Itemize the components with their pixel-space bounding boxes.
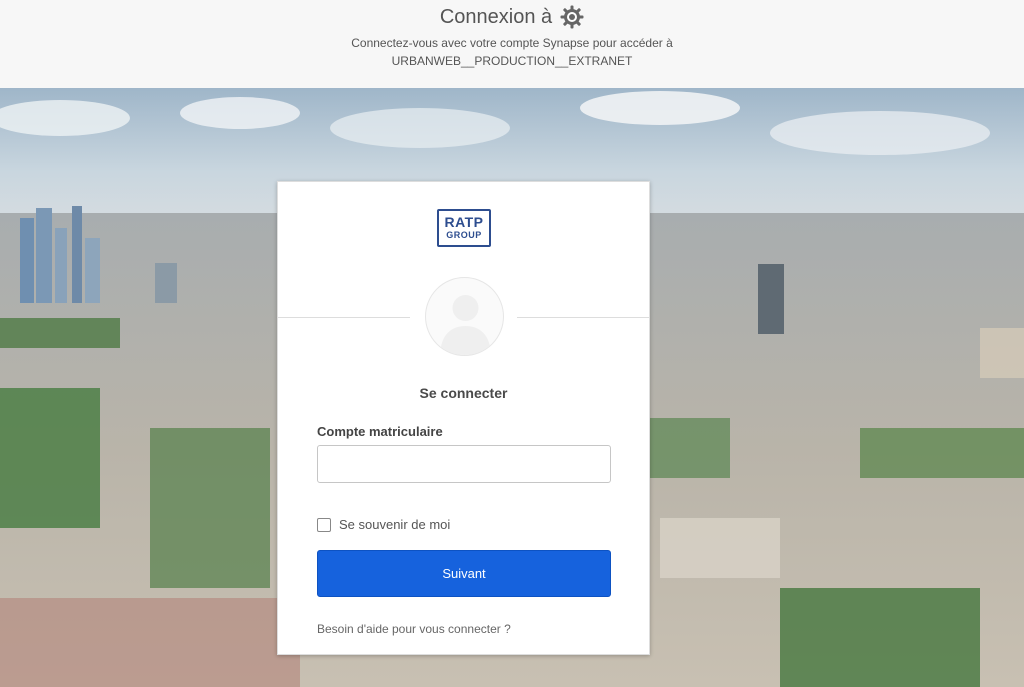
username-input[interactable] bbox=[317, 445, 611, 483]
header-subtitle-line2: URBANWEB__PRODUCTION__EXTRANET bbox=[391, 54, 633, 68]
header-subtitle: Connectez-vous avec votre compte Synapse… bbox=[0, 34, 1024, 70]
login-heading: Se connecter bbox=[419, 385, 508, 401]
divider-left bbox=[278, 317, 410, 318]
remember-me-checkbox[interactable] bbox=[317, 517, 331, 532]
username-label: Compte matriculaire bbox=[317, 424, 443, 439]
login-card: RATP GROUP Se connecter Compte matricula… bbox=[277, 181, 650, 655]
help-link[interactable]: Besoin d'aide pour vous connecter ? bbox=[317, 622, 511, 636]
ratp-group-logo: RATP GROUP bbox=[437, 209, 491, 247]
header-title-row: Connexion à bbox=[0, 5, 1024, 29]
remember-me-label[interactable]: Se souvenir de moi bbox=[339, 517, 450, 532]
divider-right bbox=[517, 317, 649, 318]
user-silhouette-icon bbox=[440, 295, 491, 355]
logo-line1: RATP bbox=[444, 214, 484, 230]
logo-line2: GROUP bbox=[446, 230, 482, 240]
header-subtitle-line1: Connectez-vous avec votre compte Synapse… bbox=[351, 36, 673, 50]
remember-me-row[interactable]: Se souvenir de moi bbox=[317, 517, 450, 532]
next-button[interactable]: Suivant bbox=[317, 550, 611, 597]
page-header: Connexion à Connectez-vous avec votre co… bbox=[0, 0, 1024, 88]
page-title: Connexion à bbox=[439, 5, 553, 28]
gear-icon bbox=[560, 5, 584, 29]
avatar bbox=[425, 277, 504, 356]
